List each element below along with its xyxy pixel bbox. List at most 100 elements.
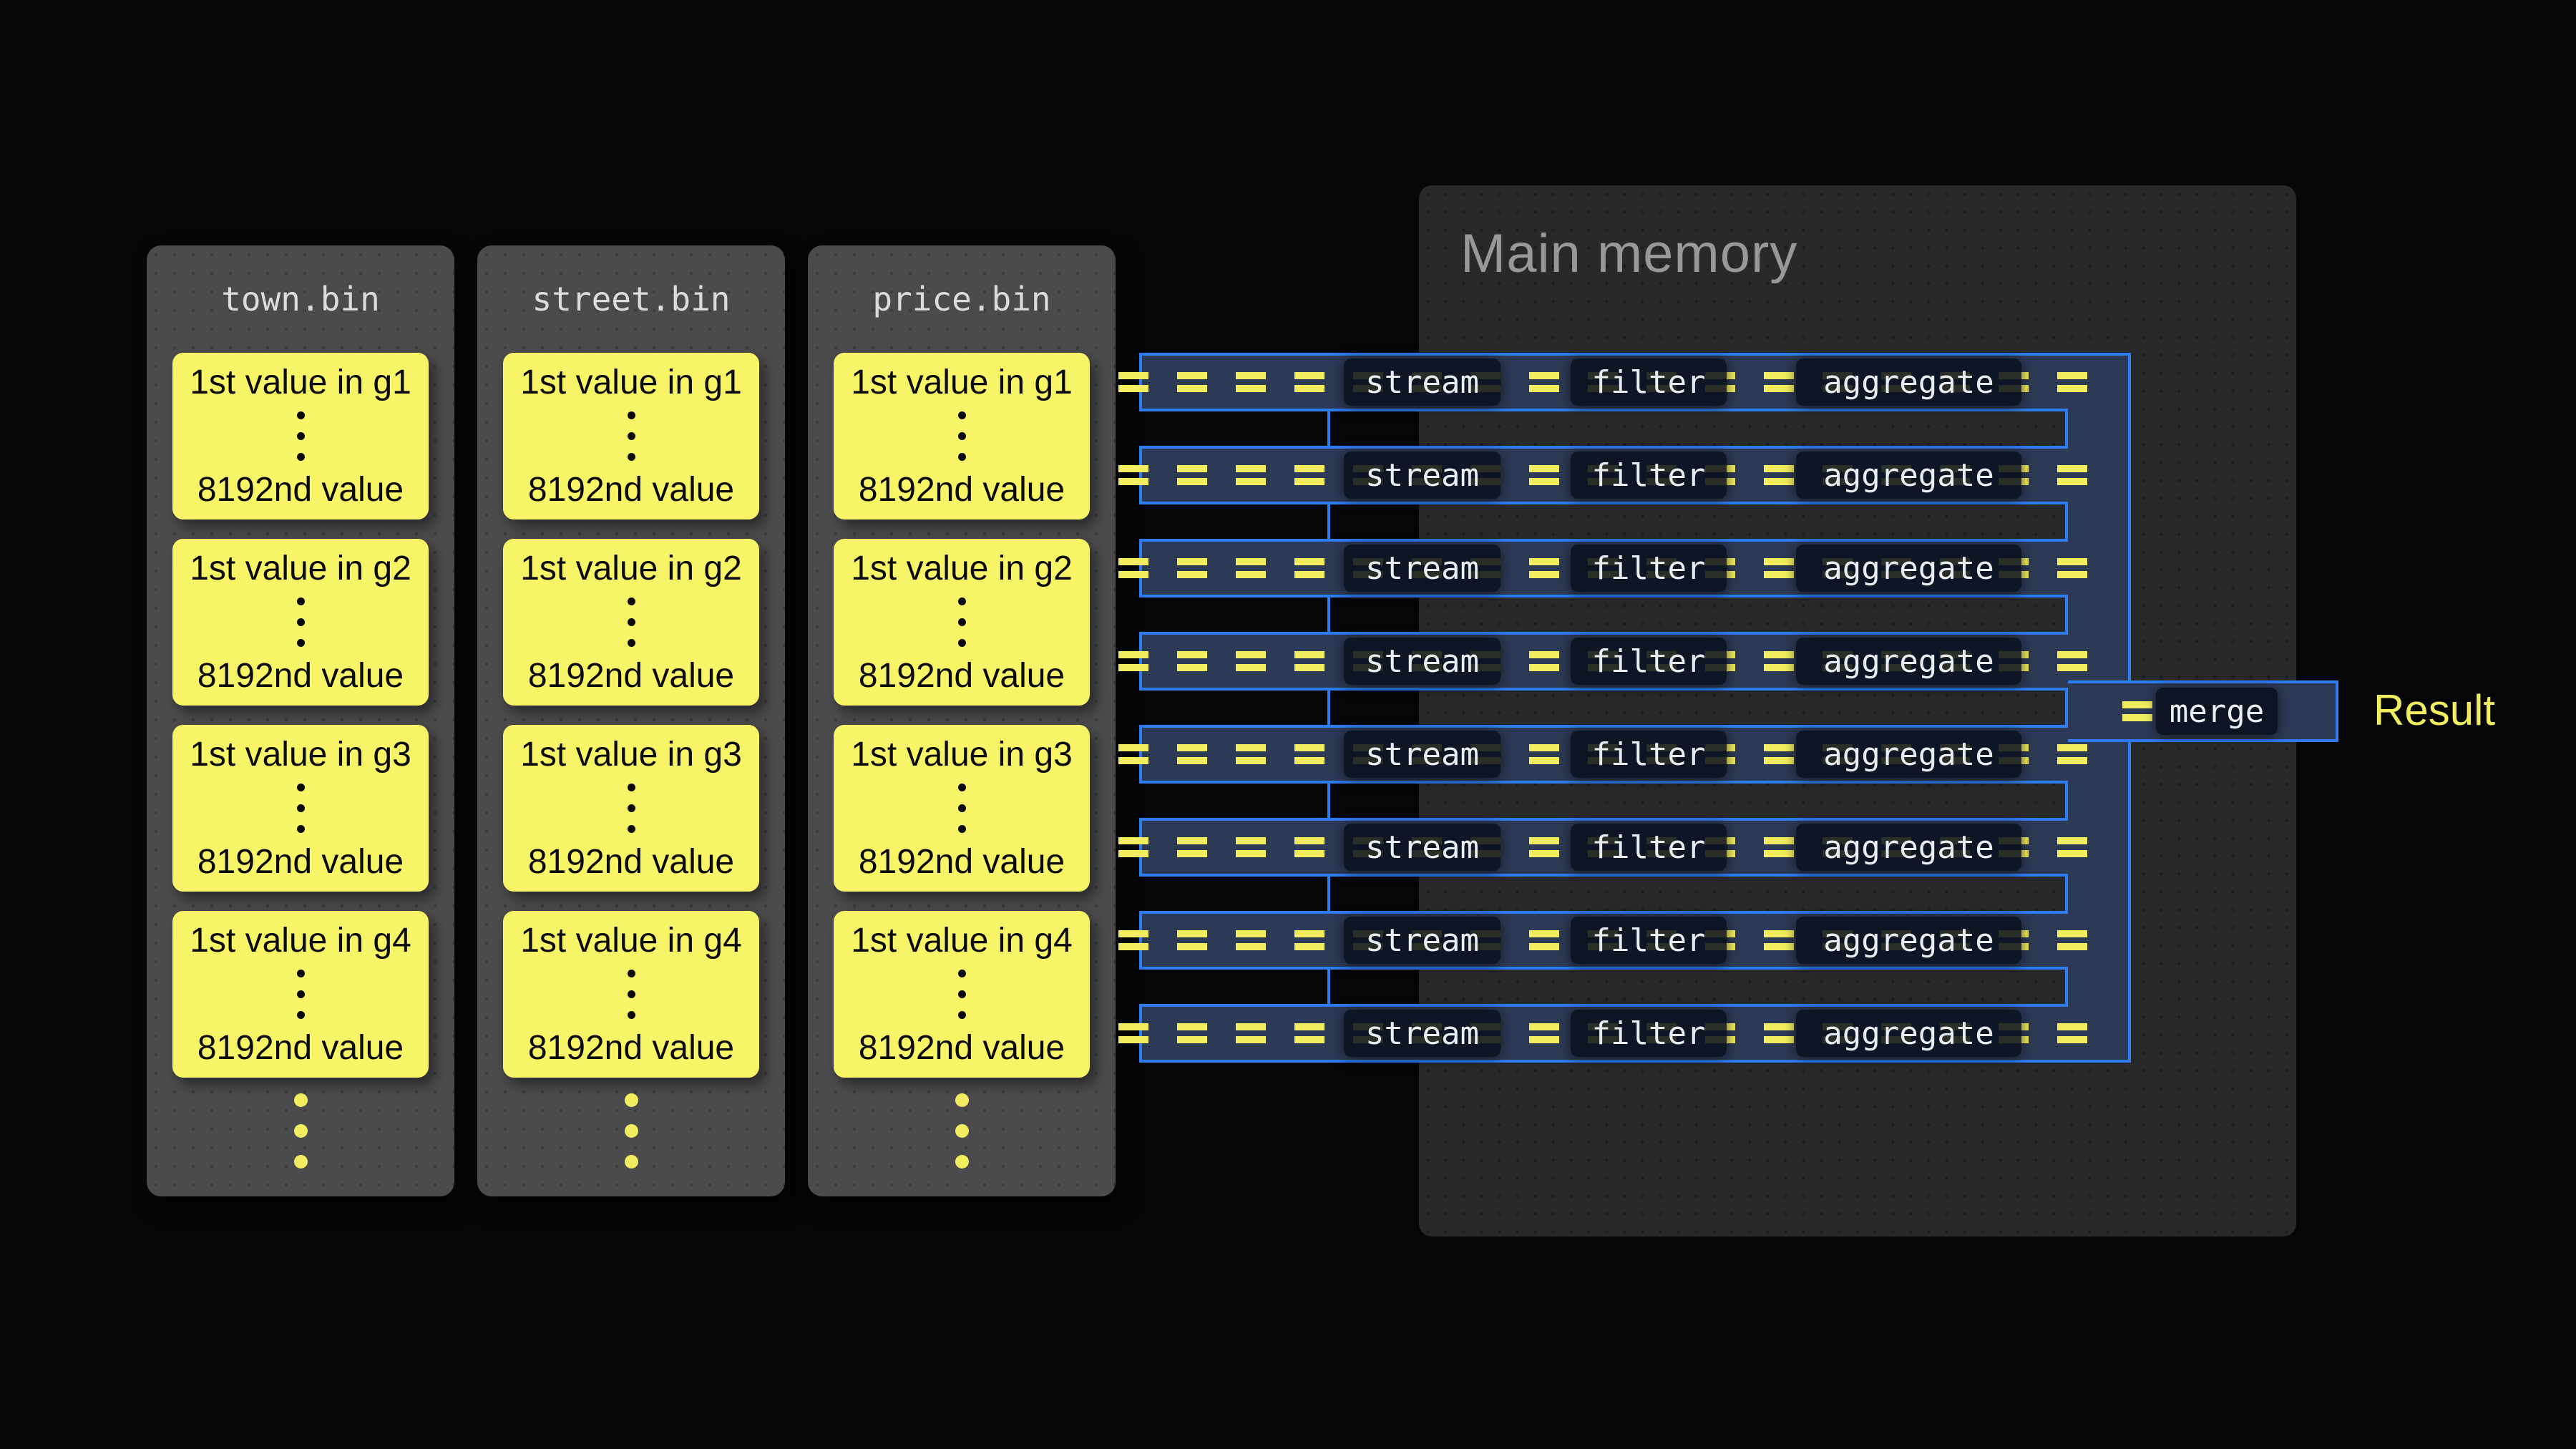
value-group-block: 1st value in g4 8192nd value	[834, 911, 1090, 1078]
flow-dash-icon	[1236, 465, 1266, 485]
first-value-label: 1st value in g3	[190, 735, 411, 774]
flow-dash-icon	[1529, 558, 1559, 578]
flow-dash-icon	[1294, 651, 1324, 671]
first-value-label: 1st value in g4	[851, 921, 1073, 960]
dot	[625, 1093, 638, 1107]
stage-box-stream: stream	[1344, 358, 1501, 406]
last-value-label: 8192nd value	[197, 470, 404, 509]
stage-box-stream: stream	[1344, 824, 1501, 871]
flow-dash-icon	[1118, 558, 1148, 578]
first-value-label: 1st value in g2	[190, 549, 411, 588]
dot	[297, 453, 305, 461]
last-value-label: 8192nd value	[859, 470, 1065, 509]
stage-label: stream	[1365, 829, 1479, 866]
flow-dash-icon	[1177, 465, 1207, 485]
row-connector-frame	[1327, 409, 2068, 449]
flow-dash-icon	[1294, 744, 1324, 764]
last-value-label: 8192nd value	[197, 842, 404, 882]
last-value-label: 8192nd value	[859, 842, 1065, 882]
dot	[958, 804, 966, 812]
dot	[958, 990, 966, 998]
last-value-label: 8192nd value	[528, 1028, 734, 1068]
flow-dash-icon	[1177, 651, 1207, 671]
stage-box-filter: filter	[1571, 917, 1727, 964]
flow-dash-icon	[1118, 837, 1148, 857]
dot	[294, 1093, 308, 1107]
flow-dash-icon	[1294, 930, 1324, 950]
vertical-ellipsis-icon	[628, 411, 635, 461]
stage-label: stream	[1365, 922, 1479, 959]
dot	[958, 453, 966, 461]
pipeline-row-5: stream filter aggregate	[1139, 818, 2068, 877]
value-group-block: 1st value in g38192nd value	[503, 725, 759, 892]
value-group-block: 1st value in g28192nd value	[834, 539, 1090, 706]
flow-dash-icon	[1177, 1023, 1207, 1043]
dot	[294, 1155, 308, 1169]
value-group-block: 1st value in g3 8192nd value	[172, 725, 429, 892]
row-connector-frame	[1327, 967, 2068, 1007]
stage-label: stream	[1365, 643, 1479, 680]
flow-dash-icon	[1764, 837, 1794, 857]
stage-label: filter	[1592, 829, 1706, 866]
flow-dash-icon	[1236, 930, 1266, 950]
file-column-2: price.bin1st value in g18192nd value1st …	[808, 245, 1116, 1196]
dot	[297, 990, 305, 998]
first-value-label: 1st value in g4	[190, 921, 411, 960]
merge-stub: merge	[2068, 680, 2338, 742]
stage-label: stream	[1365, 364, 1479, 401]
merge-operator-box: merge	[2156, 688, 2278, 735]
flow-dash-icon	[1764, 651, 1794, 671]
value-group-block: 1st value in g48192nd value	[503, 911, 759, 1078]
flow-dash-icon	[1294, 558, 1324, 578]
merge-label: merge	[2170, 693, 2264, 730]
stage-box-stream: stream	[1344, 638, 1501, 685]
dot	[628, 804, 635, 812]
dot	[958, 618, 966, 626]
flow-dash-icon	[1118, 465, 1148, 485]
dot	[628, 597, 635, 605]
dot	[297, 1011, 305, 1019]
dot	[955, 1093, 969, 1107]
stage-label: filter	[1592, 550, 1706, 587]
stage-box-stream: stream	[1344, 731, 1501, 778]
dot	[628, 825, 635, 833]
flow-dash-icon	[1764, 930, 1794, 950]
dot	[958, 597, 966, 605]
flow-dash-icon	[2122, 701, 2152, 721]
dot	[958, 1011, 966, 1019]
dot	[297, 411, 305, 419]
dot	[628, 411, 635, 419]
stage-box-filter: filter	[1571, 638, 1727, 685]
dot	[958, 784, 966, 791]
stage-box-aggregate: aggregate	[1796, 917, 2021, 964]
stage-label: stream	[1365, 1015, 1479, 1052]
flow-dash-icon	[1529, 372, 1559, 392]
flow-dash-icon	[2057, 837, 2087, 857]
stage-label: aggregate	[1823, 1015, 1994, 1052]
dot	[297, 825, 305, 833]
flow-dash-icon	[1236, 372, 1266, 392]
stage-box-aggregate: aggregate	[1796, 824, 2021, 871]
flow-dash-icon	[1529, 465, 1559, 485]
pipeline-row-1: streamfilteraggregate	[1139, 446, 2068, 504]
row-connector-frame	[1327, 874, 2068, 914]
stage-label: stream	[1365, 550, 1479, 587]
stage-label: aggregate	[1823, 643, 1994, 680]
dot	[625, 1124, 638, 1138]
dot	[297, 597, 305, 605]
row-connector-frame	[1327, 781, 2068, 821]
flow-dash-icon	[1177, 930, 1207, 950]
last-value-label: 8192nd value	[859, 1028, 1065, 1068]
dot	[628, 784, 635, 791]
stage-box-aggregate: aggregate	[1796, 638, 2021, 685]
flow-dash-icon	[1764, 744, 1794, 764]
first-value-label: 1st value in g2	[851, 549, 1073, 588]
more-groups-ellipsis-icon	[147, 1093, 454, 1169]
flow-dash-icon	[1294, 465, 1324, 485]
flow-dash-icon	[2057, 744, 2087, 764]
stage-label: aggregate	[1823, 364, 1994, 401]
flow-dash-icon	[2057, 1023, 2087, 1043]
pipeline-row-0: streamfilteraggregate	[1139, 353, 2068, 411]
stage-label: filter	[1592, 922, 1706, 959]
main-memory-title: Main memory	[1460, 223, 1797, 285]
